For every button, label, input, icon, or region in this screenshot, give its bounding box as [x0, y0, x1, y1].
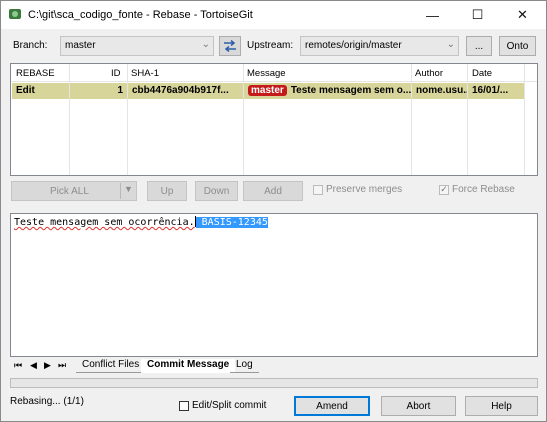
swap-arrows-icon [224, 40, 236, 52]
pick-all-label: Pick ALL [50, 185, 89, 197]
force-rebase-label: Force Rebase [452, 184, 515, 195]
column-divider [524, 64, 525, 175]
commit-list[interactable]: REBASE ID SHA-1 Message Author Date Edit… [10, 63, 538, 176]
commit-message-editor[interactable]: Teste mensagem sem ocorrência. BASIS-123… [10, 213, 538, 357]
issue-reference: BASIS-12345 [195, 217, 268, 228]
branch-tag: master [248, 85, 287, 96]
check-icon: ✓ [439, 184, 449, 195]
column-header-sha1[interactable]: SHA-1 [131, 68, 159, 79]
cell-message: master Teste mensagem sem o... [244, 83, 411, 99]
chevron-down-icon: ⌄ [446, 39, 455, 50]
last-tab-icon[interactable]: ⏭ [58, 360, 66, 371]
edit-split-commit-label: Edit/Split commit [192, 400, 267, 411]
rebase-progress-bar [10, 378, 538, 388]
preserve-merges-label: Preserve merges [326, 184, 403, 195]
amend-button[interactable]: Amend [294, 396, 370, 416]
column-divider [467, 64, 468, 175]
column-header-date[interactable]: Date [472, 68, 492, 79]
cell-id: 1 [70, 83, 127, 99]
help-button[interactable]: Help [465, 396, 538, 416]
checkbox-box [179, 400, 189, 411]
status-text: Rebasing... (1/1) [10, 396, 84, 407]
commit-message-text: Teste mensagem sem ocorrência. [14, 217, 195, 228]
tab-log[interactable]: Log [230, 359, 259, 373]
abort-button[interactable]: Abort [381, 396, 456, 416]
cell-sha1: cbb4476a904b917f... [128, 83, 243, 99]
down-button[interactable]: Down [195, 181, 238, 201]
first-tab-icon[interactable]: ⏮ [14, 360, 22, 371]
column-header-author[interactable]: Author [415, 68, 443, 79]
column-header-id[interactable]: ID [111, 68, 121, 79]
up-button[interactable]: Up [147, 181, 187, 201]
prev-tab-icon[interactable]: ◀ [30, 360, 37, 371]
column-divider [411, 64, 412, 175]
dropdown-arrow-icon: ▼ [124, 184, 133, 194]
column-divider [127, 64, 128, 175]
cell-rebase-action: Edit [12, 83, 69, 99]
issue-id: BASIS-12345 [201, 217, 268, 228]
close-button[interactable]: ✕ [500, 1, 545, 29]
checkbox-box [313, 184, 323, 195]
add-button[interactable]: Add [243, 181, 303, 201]
cell-date: 16/01/... [468, 83, 524, 99]
tab-commit-message[interactable]: Commit Message [141, 359, 236, 373]
upstream-label: Upstream: [247, 40, 294, 51]
branch-combo[interactable]: master ⌄ [60, 36, 214, 56]
preserve-merges-checkbox[interactable]: Preserve merges [313, 184, 402, 195]
bottom-tab-bar: ⏮ ◀ ▶ ⏭ Conflict Files Commit Message Lo… [10, 359, 310, 373]
upstream-value: remotes/origin/master [305, 40, 402, 51]
tab-conflict-files[interactable]: Conflict Files [76, 359, 146, 373]
upstream-combo[interactable]: remotes/origin/master ⌄ [300, 36, 459, 56]
swap-branches-button[interactable] [219, 36, 241, 56]
minimize-button[interactable]: — [410, 1, 455, 29]
branch-value: master [65, 40, 96, 51]
column-divider [69, 64, 70, 175]
list-header: REBASE ID SHA-1 Message Author Date [11, 64, 537, 82]
chevron-down-icon: ⌄ [201, 39, 210, 50]
window-title: C:\git\sca_codigo_fonte - Rebase - Torto… [28, 9, 253, 21]
divider [120, 183, 121, 199]
branch-label: Branch: [13, 40, 48, 51]
column-divider [243, 64, 244, 175]
pick-all-dropdown[interactable]: Pick ALL ▼ [11, 181, 137, 201]
maximize-button[interactable]: ☐ [455, 1, 500, 29]
table-row[interactable]: Edit 1 cbb4476a904b917f... master Teste m… [11, 83, 537, 99]
commit-message-text: Teste mensagem sem o... [290, 85, 411, 96]
title-bar: C:\git\sca_codigo_fonte - Rebase - Torto… [1, 1, 546, 29]
browse-button[interactable]: ... [466, 36, 492, 56]
cell-author: nome.usu... [412, 83, 467, 99]
tortoisegit-app-icon [9, 9, 21, 19]
rebase-window: C:\git\sca_codigo_fonte - Rebase - Torto… [0, 0, 547, 422]
next-tab-icon[interactable]: ▶ [44, 360, 51, 371]
column-header-rebase[interactable]: REBASE [16, 68, 55, 79]
column-header-message[interactable]: Message [247, 68, 286, 79]
onto-button[interactable]: Onto [499, 36, 536, 56]
force-rebase-checkbox[interactable]: ✓ Force Rebase [439, 184, 515, 195]
edit-split-commit-checkbox[interactable]: Edit/Split commit [179, 400, 266, 411]
